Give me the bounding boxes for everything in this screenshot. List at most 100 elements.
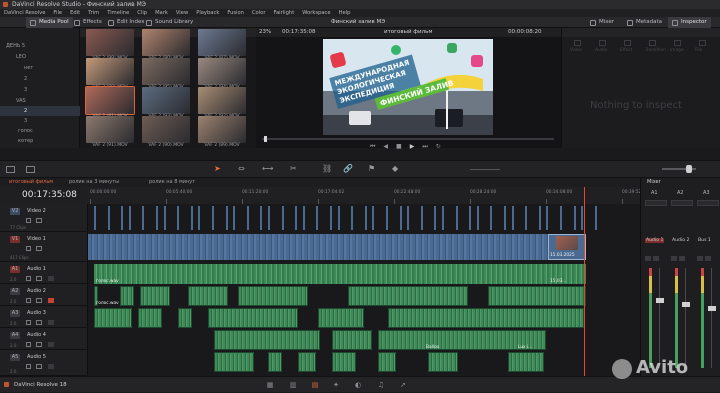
blade-tool-icon[interactable]: ✂ (290, 164, 297, 173)
video-clip[interactable] (128, 206, 131, 230)
audio-clip[interactable] (332, 352, 356, 372)
inspector-button[interactable]: Inspector (668, 17, 711, 28)
video-clip[interactable] (538, 206, 541, 230)
lock-icon[interactable] (26, 298, 31, 303)
scrubber-bar[interactable] (262, 138, 554, 140)
toggle-icon[interactable] (36, 342, 42, 347)
toggle-icon[interactable] (36, 364, 42, 369)
lock-icon[interactable] (26, 320, 31, 325)
video-clip[interactable] (225, 206, 228, 230)
clip-thumbnail[interactable] (142, 58, 190, 85)
eq-slot[interactable] (697, 200, 719, 206)
dynamic-trim-icon[interactable]: ⟷ (262, 164, 273, 173)
video-clip-block[interactable] (88, 234, 586, 260)
audio-clip[interactable] (214, 330, 320, 350)
audio-clip[interactable] (388, 308, 584, 328)
video-clip[interactable] (281, 206, 284, 230)
sound-library-button[interactable]: Sound Library (146, 17, 193, 28)
mute-button[interactable] (697, 256, 703, 261)
tab-timeline-8min[interactable]: ролик на 8 минут (146, 178, 198, 187)
track-id[interactable]: A3 (10, 310, 20, 317)
solo-button[interactable] (48, 320, 54, 325)
video-clip[interactable] (476, 206, 479, 230)
video-clip[interactable] (107, 206, 110, 230)
solo-button[interactable] (48, 342, 54, 347)
toggle-icon[interactable] (36, 276, 42, 281)
menu-davinci[interactable]: DaVinci Resolve (0, 9, 49, 17)
audio-clip[interactable] (378, 352, 396, 372)
menu-file[interactable]: File (49, 9, 66, 17)
video-clip[interactable] (546, 206, 549, 230)
video-clip[interactable] (455, 206, 458, 230)
bin-item[interactable]: ДЕНЬ 5 (0, 41, 80, 51)
video-clip[interactable] (351, 206, 354, 230)
audio-clip[interactable] (332, 330, 372, 350)
menu-help[interactable]: Help (335, 9, 355, 17)
bin-item[interactable]: голос (0, 126, 80, 136)
audio-clip[interactable] (178, 308, 192, 328)
media-pool-button[interactable]: Media Pool (26, 17, 73, 28)
solo-button[interactable] (48, 276, 54, 281)
snap-icon[interactable]: 🔗 (343, 164, 353, 173)
viewer-zoom[interactable]: 23% (259, 28, 271, 37)
tab-timeline-final[interactable]: итоговый фильм (6, 178, 56, 187)
mute-button[interactable] (645, 256, 651, 261)
fader-handle[interactable] (708, 306, 716, 311)
video-clip[interactable] (594, 206, 597, 230)
fusion-page-icon[interactable]: ✦ (331, 381, 341, 389)
inspector-tab-icon[interactable] (674, 40, 681, 46)
clip-thumbnail[interactable] (86, 58, 134, 85)
bin-item[interactable]: нет (0, 63, 80, 73)
fader-handle[interactable] (682, 302, 690, 307)
link-icon[interactable]: ⛓ (322, 164, 332, 173)
selection-tool-icon[interactable]: ➤ (214, 164, 221, 173)
video-clip[interactable] (386, 206, 388, 230)
video-clip[interactable] (399, 206, 402, 230)
audio-clip[interactable] (488, 286, 586, 306)
eq-slot[interactable] (645, 200, 667, 206)
clip-thumbnail[interactable] (142, 87, 190, 114)
playhead[interactable] (584, 187, 585, 376)
video-clip[interactable] (302, 206, 305, 230)
media-page-icon[interactable]: ▦ (265, 381, 275, 389)
video-clip[interactable] (504, 206, 506, 230)
video-clip[interactable] (407, 206, 410, 230)
video-clip[interactable] (94, 206, 96, 230)
zoom-slider[interactable] (470, 169, 500, 170)
flag-icon[interactable]: ⚑ (368, 164, 375, 173)
video-clip[interactable] (260, 206, 263, 230)
video-clip[interactable] (246, 206, 249, 230)
menu-edit[interactable]: Edit (66, 9, 84, 17)
play-icon[interactable]: ▶ (410, 143, 415, 150)
inspector-tab-label[interactable]: Video (570, 48, 582, 53)
volume-handle[interactable] (686, 165, 692, 173)
audio-clip[interactable] (428, 352, 458, 372)
video-clip[interactable] (316, 206, 319, 230)
bin-item[interactable]: 2 (0, 74, 80, 84)
video-clip[interactable] (434, 206, 437, 230)
clip-thumbnail[interactable] (142, 116, 190, 143)
video-clip[interactable] (198, 206, 201, 230)
timeline-ruler[interactable]: 00:00:00:00 00:05:40:00 00:11:20:00 00:17:0… (88, 187, 720, 204)
audio-clip[interactable] (208, 308, 298, 328)
scrubber-handle[interactable] (264, 136, 267, 142)
bin-item[interactable]: титры (0, 145, 80, 148)
solo-button[interactable] (48, 364, 54, 369)
audio-clip[interactable] (138, 308, 162, 328)
video-clip[interactable] (511, 206, 514, 230)
audio-clip[interactable] (188, 286, 228, 306)
audio-clip[interactable] (348, 286, 468, 306)
mixer-button[interactable]: Mixer (590, 17, 614, 28)
bin-item[interactable]: LEO (0, 52, 80, 62)
bin-item[interactable]: VAS (0, 96, 80, 106)
layout-icon-2[interactable] (26, 166, 35, 173)
edit-page-icon[interactable]: ▤ (310, 381, 320, 389)
solo-button[interactable] (653, 256, 659, 261)
video-clip[interactable] (190, 206, 193, 230)
clip-thumbnail[interactable] (86, 116, 134, 143)
fairlight-page-icon[interactable]: ♫ (376, 381, 386, 389)
toggle-icon[interactable] (36, 218, 42, 223)
menu-workspace[interactable]: Workspace (298, 9, 334, 17)
inspector-tab-label[interactable]: Audio (595, 48, 607, 53)
video-clip[interactable] (372, 206, 375, 230)
